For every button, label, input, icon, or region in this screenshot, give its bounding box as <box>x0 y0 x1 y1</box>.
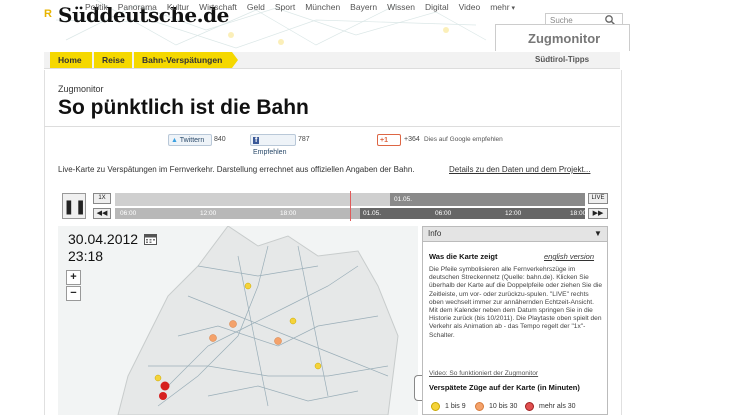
info-panel-title: Info <box>428 229 442 238</box>
timeline-current-marker[interactable] <box>350 191 351 221</box>
legend-label-minor: 1 bis 9 <box>445 403 466 410</box>
info-heading: Was die Karte zeigt <box>429 252 498 261</box>
twitter-label: Twittern <box>179 137 205 144</box>
logo-prefix: R <box>44 8 52 20</box>
nav-item-panorama[interactable]: Panorama <box>113 2 162 12</box>
facebook-button[interactable]: f Empfehlen <box>250 134 296 156</box>
legend-label-medium: 10 bis 30 <box>489 403 518 410</box>
twitter-count: 840 <box>214 136 226 143</box>
legend-label-severe: mehr als 30 <box>539 403 576 410</box>
page-title: So pünktlich ist die Bahn <box>58 96 309 119</box>
nav-item-kultur[interactable]: Kultur <box>162 2 194 12</box>
timeline-tick: 12:00 <box>200 210 217 217</box>
legend-dot-medium <box>475 402 484 411</box>
timeline-tick: 01.05. <box>363 210 382 217</box>
timeline-tick: 06:00 <box>120 210 137 217</box>
english-version-link[interactable]: english version <box>544 252 594 261</box>
details-link[interactable]: Details zu den Daten und dem Projekt... <box>449 165 590 174</box>
breadcrumb-arrow <box>232 52 238 68</box>
speed-button[interactable]: 1X <box>93 193 111 204</box>
google-plus-count: +364 <box>404 136 420 143</box>
pause-button[interactable]: ❚❚ <box>62 193 86 219</box>
facebook-count: 787 <box>298 136 310 143</box>
delay-legend-heading: Verspätete Züge auf der Karte (in Minute… <box>429 383 580 392</box>
nav-item-muenchen[interactable]: München <box>300 2 345 12</box>
google-plus-text: Dies auf Google empfehlen <box>424 136 503 143</box>
twitter-icon: ▲ <box>171 137 178 144</box>
timeline-future-upper <box>390 193 585 206</box>
timeline-tick: 06:00 <box>435 210 452 217</box>
timeline-future-lower <box>360 208 585 219</box>
forward-button[interactable]: ▶▶ <box>588 208 608 219</box>
nav-item-wirtschaft[interactable]: Wirtschaft <box>194 2 242 12</box>
nav-item-more[interactable]: mehr <box>485 2 520 12</box>
zoom-in-button[interactable]: + <box>66 270 81 285</box>
breadcrumb-home[interactable]: Home <box>50 52 92 68</box>
main-nav: Politik Panorama Kultur Wirtschaft Geld … <box>80 2 520 12</box>
timeline-tick: 12:00 <box>505 210 522 217</box>
chevron-down-icon[interactable]: ▼ <box>594 228 602 240</box>
twitter-button[interactable]: ▲ Twittern <box>168 134 212 146</box>
nav-item-geld[interactable]: Geld <box>242 2 270 12</box>
section-title: Zugmonitor <box>528 31 601 46</box>
timeline-tick: 18:00 <box>280 210 297 217</box>
nav-item-politik[interactable]: Politik <box>80 2 113 12</box>
divider <box>44 126 620 127</box>
video-link[interactable]: Video: So funktioniert der Zugmonitor <box>429 370 538 377</box>
nav-item-bayern[interactable]: Bayern <box>345 2 382 12</box>
calendar-icon[interactable] <box>144 233 157 245</box>
nav-item-digital[interactable]: Digital <box>420 2 454 12</box>
train-map[interactable] <box>58 226 418 415</box>
info-panel-header[interactable] <box>423 227 607 242</box>
live-button[interactable]: LIVE <box>588 193 608 204</box>
breadcrumb-related-link[interactable]: Südtirol-Tipps <box>535 52 589 68</box>
facebook-icon: f <box>253 137 260 144</box>
timeline-tick: 18:00 <box>570 210 587 217</box>
rewind-button[interactable]: ◀◀ <box>93 208 111 219</box>
nav-item-video[interactable]: Video <box>454 2 486 12</box>
breadcrumb-bahn-verspaetungen[interactable]: Bahn-Verspätungen <box>134 52 232 68</box>
map-date: 30.04.2012 <box>68 231 139 247</box>
google-plus-button[interactable]: +1 <box>377 134 401 146</box>
info-body-text: Die Pfeile symbolisieren alle Fernverkeh… <box>429 266 603 339</box>
article-intro: Live-Karte zu Verspätungen im Fernverkeh… <box>58 165 415 174</box>
nav-item-wissen[interactable]: Wissen <box>382 2 420 12</box>
map-time: 23:18 <box>68 248 104 264</box>
panel-toggle-handle[interactable] <box>414 375 422 401</box>
rail-network-map <box>117 226 399 415</box>
nav-item-sport[interactable]: Sport <box>270 2 300 12</box>
facebook-label: Empfehlen <box>253 149 287 156</box>
breadcrumb-reise[interactable]: Reise <box>94 52 132 68</box>
timeline-day-label: 01.05. <box>394 196 413 203</box>
legend-dot-minor <box>431 402 440 411</box>
zoom-out-button[interactable]: − <box>66 286 81 301</box>
google-plus-label: +1 <box>380 137 388 144</box>
legend-dot-severe <box>525 402 534 411</box>
article-kicker: Zugmonitor <box>58 84 104 94</box>
